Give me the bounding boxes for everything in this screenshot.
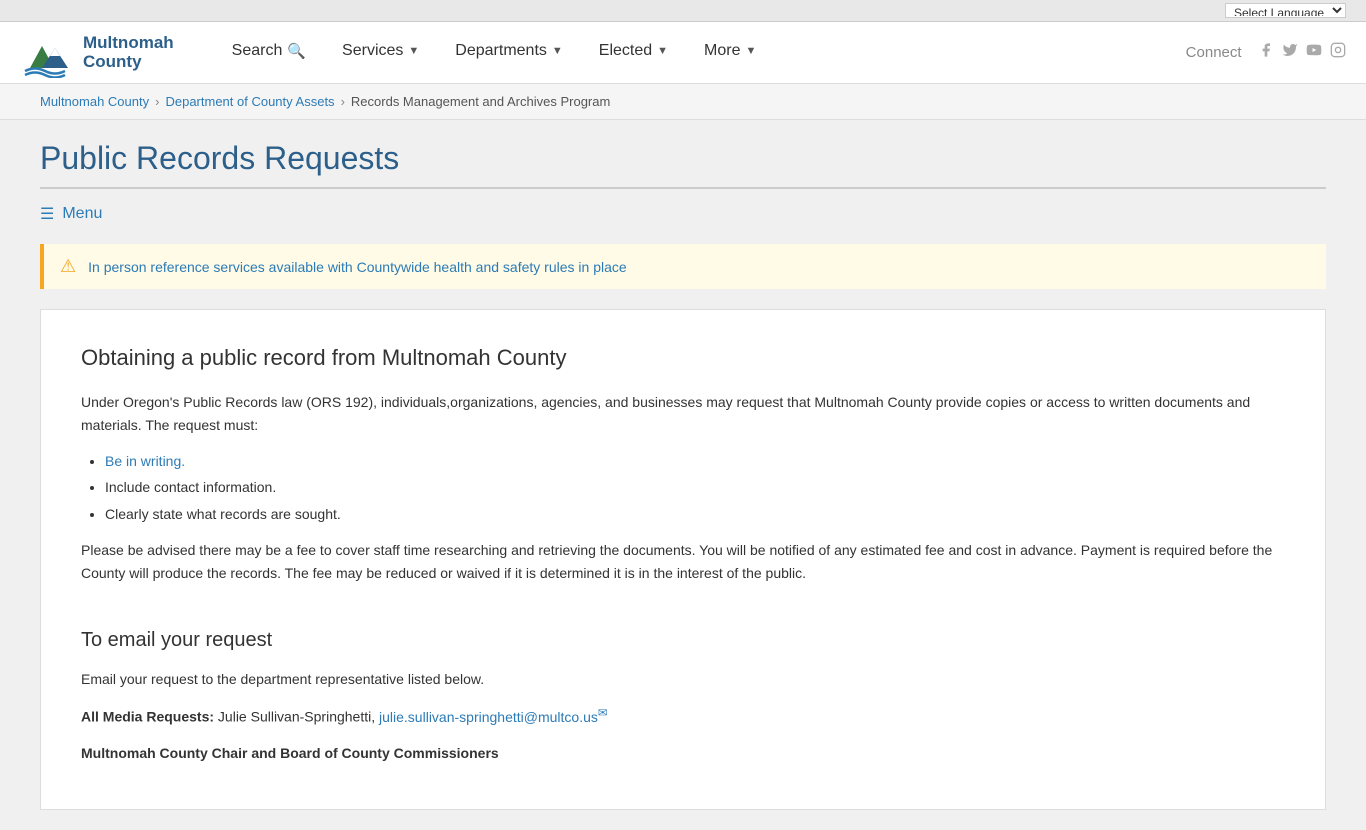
content-box: Obtaining a public record from Multnomah… bbox=[40, 309, 1326, 810]
section2-para1: Email your request to the department rep… bbox=[81, 668, 1285, 690]
chevron-down-icon: ▼ bbox=[657, 45, 668, 57]
requirements-list: Be in writing. Include contact informati… bbox=[105, 450, 1285, 525]
media-contact-line: All Media Requests: Julie Sullivan-Sprin… bbox=[81, 704, 1285, 728]
chevron-down-icon: ▼ bbox=[552, 45, 563, 57]
section1-para1: Under Oregon's Public Records law (ORS 1… bbox=[81, 391, 1285, 436]
email-icon: ✉ bbox=[598, 706, 608, 719]
section2-title: To email your request bbox=[81, 624, 1285, 656]
search-text: Search bbox=[232, 42, 283, 60]
media-email-link[interactable]: julie.sullivan-springhetti@multco.us✉ bbox=[379, 709, 608, 725]
media-label: All Media Requests: bbox=[81, 709, 214, 725]
breadcrumb-separator: › bbox=[341, 94, 345, 109]
connect-area: Connect  bbox=[1186, 42, 1346, 63]
breadcrumb-dept[interactable]: Department of County Assets bbox=[165, 94, 334, 109]
warning-icon: ⚠ bbox=[60, 256, 76, 277]
list-item: Clearly state what records are sought. bbox=[105, 503, 1285, 525]
hamburger-icon: ☰ bbox=[40, 204, 54, 224]
search-icon: 🔍 bbox=[287, 42, 306, 60]
facebook-icon[interactable]:  bbox=[1254, 42, 1274, 63]
youtube-icon[interactable] bbox=[1306, 42, 1322, 63]
logo-icon bbox=[20, 28, 75, 78]
language-select[interactable]: Select Language bbox=[1225, 3, 1346, 18]
page-title: Public Records Requests bbox=[40, 140, 1326, 189]
twitter-icon[interactable] bbox=[1282, 42, 1298, 63]
main-nav: Search 🔍 Services ▼ Departments ▼ Electe… bbox=[214, 22, 1186, 84]
breadcrumb: Multnomah County › Department of County … bbox=[0, 84, 1366, 120]
chevron-down-icon: ▼ bbox=[408, 45, 419, 57]
instagram-icon[interactable] bbox=[1330, 42, 1346, 63]
chevron-down-icon: ▼ bbox=[746, 45, 757, 57]
more-nav[interactable]: More ▼ bbox=[686, 22, 774, 84]
breadcrumb-current: Records Management and Archives Program bbox=[351, 94, 610, 109]
list-item: Be in writing. bbox=[105, 450, 1285, 472]
alert-link[interactable]: In person reference services available w… bbox=[88, 259, 627, 275]
menu-toggle[interactable]: ☰ Menu bbox=[40, 204, 1326, 224]
section1-title: Obtaining a public record from Multnomah… bbox=[81, 340, 1285, 375]
writing-link[interactable]: Be in writing. bbox=[105, 453, 185, 469]
alert-banner: ⚠ In person reference services available… bbox=[40, 244, 1326, 289]
section3-label: Multnomah County Chair and Board of Coun… bbox=[81, 742, 1285, 764]
breadcrumb-home[interactable]: Multnomah County bbox=[40, 94, 149, 109]
services-nav[interactable]: Services ▼ bbox=[324, 22, 437, 84]
search-nav[interactable]: Search 🔍 bbox=[214, 22, 324, 84]
departments-nav[interactable]: Departments ▼ bbox=[437, 22, 580, 84]
breadcrumb-separator: › bbox=[155, 94, 159, 109]
site-logo[interactable]: Multnomah County bbox=[20, 28, 174, 78]
elected-nav[interactable]: Elected ▼ bbox=[581, 22, 686, 84]
list-item: Include contact information. bbox=[105, 476, 1285, 498]
media-contact-name: Julie Sullivan-Springhetti, bbox=[218, 709, 379, 725]
section1-para2: Please be advised there may be a fee to … bbox=[81, 539, 1285, 584]
